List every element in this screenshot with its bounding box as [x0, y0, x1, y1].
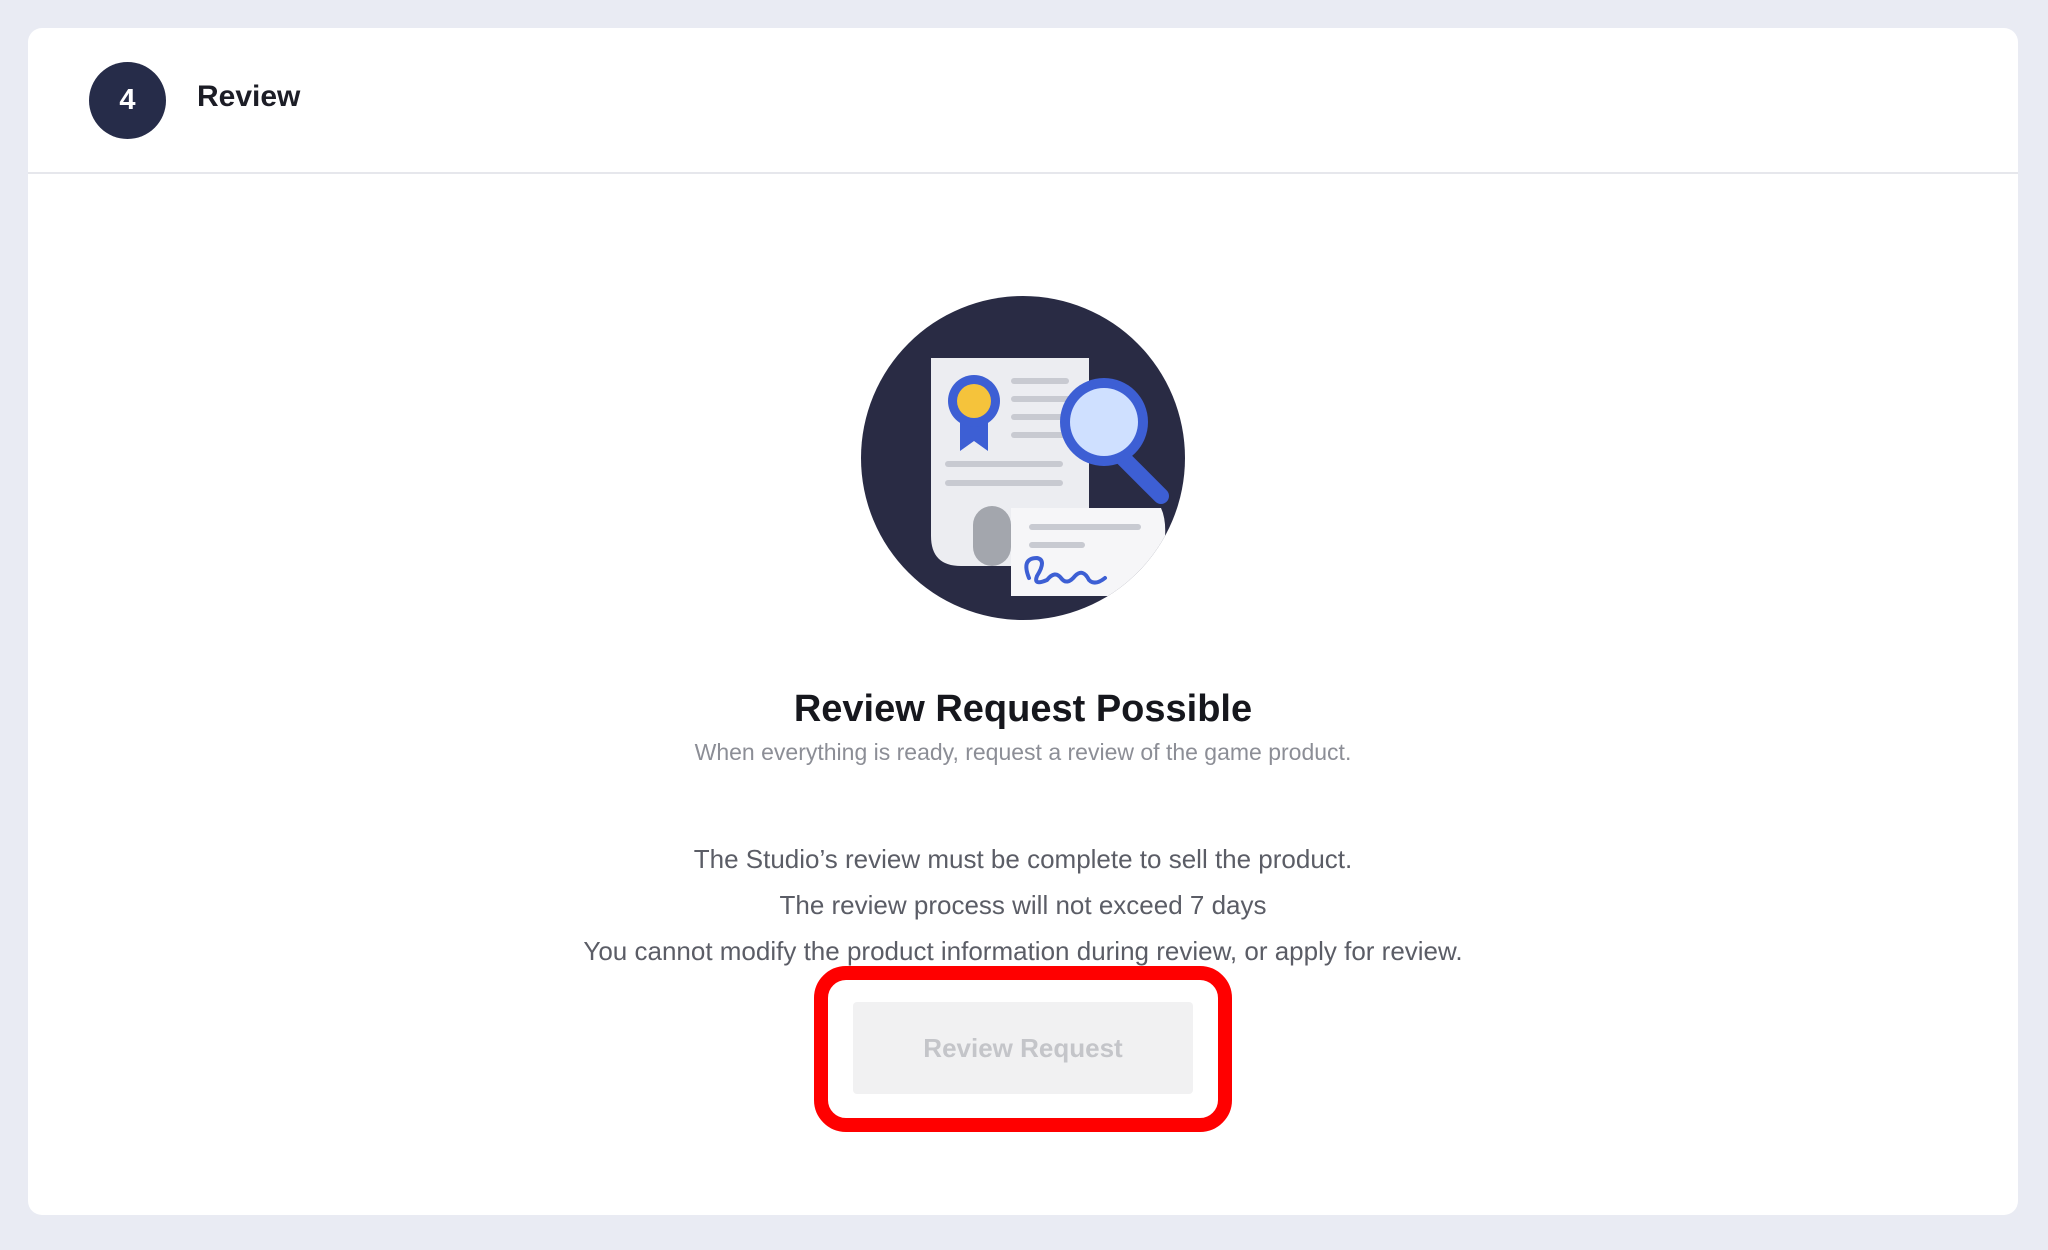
review-info-text: The Studio’s review must be complete to …: [28, 836, 2018, 974]
info-line: The review process will not exceed 7 day…: [779, 890, 1267, 920]
step-number-badge: 4: [89, 62, 166, 139]
info-line: The Studio’s review must be complete to …: [693, 844, 1353, 874]
status-subtitle: When everything is ready, request a revi…: [694, 739, 1352, 765]
status-title: Review Request Possible: [793, 688, 1253, 730]
certificate-review-icon: [861, 296, 1185, 620]
review-step-card: 4 Review Review Request Possible When ev…: [28, 28, 2018, 1215]
review-request-button[interactable]: Review Request: [853, 1002, 1193, 1094]
step-title: Review: [197, 80, 301, 113]
step-header: 4 Review: [28, 28, 2018, 174]
